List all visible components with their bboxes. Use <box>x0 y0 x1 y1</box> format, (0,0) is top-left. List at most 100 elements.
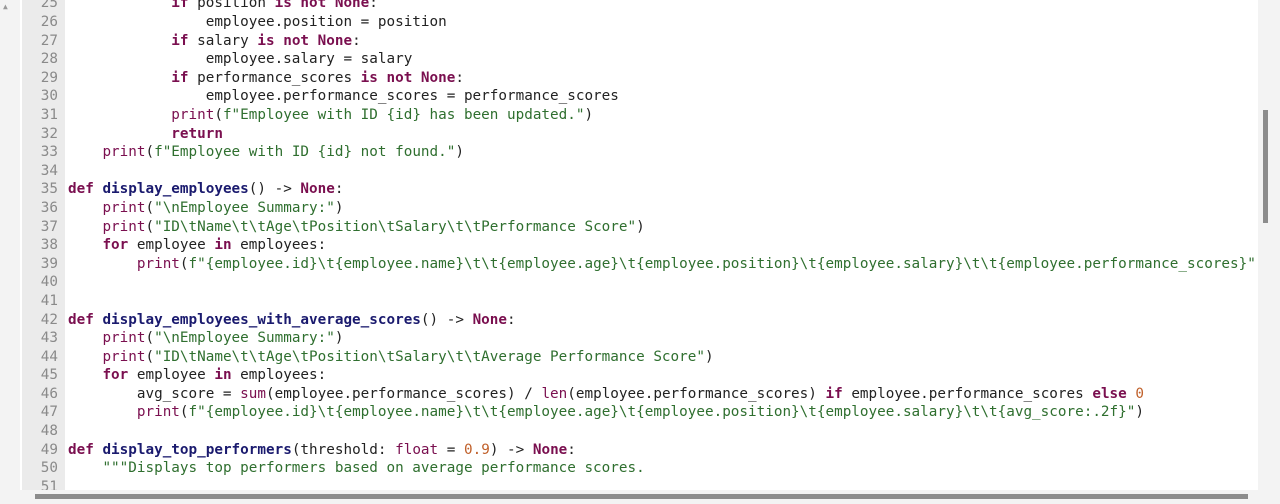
code-line[interactable]: 38 for employee in employees: <box>20 236 1258 255</box>
vertical-scrollbar-thumb[interactable] <box>1263 110 1268 223</box>
code-text: ) <box>334 199 344 216</box>
function-name: display_top_performers <box>102 441 292 458</box>
line-code: def display_top_performers(threshold: fl… <box>68 441 576 460</box>
line-code: print("ID\tName\t\tAge\tPosition\tSalary… <box>68 348 713 367</box>
line-number: 51 <box>40 478 58 490</box>
string-literal: f"Employee with ID {id} has been updated… <box>222 106 585 123</box>
code-lines[interactable]: 25 if position is not None: 26 employee.p… <box>20 0 1258 490</box>
code-text: : <box>567 441 576 458</box>
code-text: employee.performance_scores = performanc… <box>68 88 619 105</box>
code-text: ( <box>214 106 223 123</box>
code-line[interactable]: 37 print("ID\tName\t\tAge\tPosition\tSal… <box>20 218 1258 237</box>
line-number: 35 <box>40 181 58 198</box>
builtin: float <box>395 441 439 458</box>
code-line[interactable]: 46 avg_score = sum(employee.performance_… <box>20 385 1258 404</box>
code-text: ( <box>145 199 155 216</box>
keyword: for <box>102 237 129 254</box>
code-text: (threshold: <box>291 441 396 458</box>
function-name: display_employees_with_average_scores <box>102 311 421 328</box>
function-name: display_employees <box>102 181 249 198</box>
code-line[interactable]: 47 print(f"{employee.id}\t{employee.name… <box>20 403 1258 422</box>
code-line[interactable]: 34 <box>20 162 1258 181</box>
code-text: : <box>507 311 516 328</box>
line-number: 29 <box>40 69 58 86</box>
code-line[interactable]: 32 return <box>20 125 1258 144</box>
builtin: len <box>541 385 568 402</box>
code-line[interactable]: 33 print(f"Employee with ID {id} not fou… <box>20 143 1258 162</box>
string-literal: """Displays top performers based on aver… <box>102 460 645 477</box>
code-text: : <box>455 69 464 86</box>
code-line[interactable]: 48 <box>20 422 1258 441</box>
line-number: 44 <box>40 348 58 365</box>
keyword: def <box>68 181 94 198</box>
builtin: print <box>102 330 146 347</box>
code-line[interactable]: 39 print(f"{employee.id}\t{employee.name… <box>20 255 1258 274</box>
keyword: if <box>171 0 189 12</box>
line-code: for employee in employees: <box>68 366 326 385</box>
code-line[interactable]: 31 print(f"Employee with ID {id} has bee… <box>20 106 1258 125</box>
line-number: 48 <box>40 423 58 440</box>
keyword: None <box>300 181 335 198</box>
line-code: def display_employees_with_average_score… <box>68 311 516 330</box>
keyword: return <box>171 125 223 142</box>
keyword: is not None <box>360 69 456 86</box>
line-code: return <box>68 125 223 144</box>
string-literal: "\nEmployee Summary:" <box>154 330 335 347</box>
code-text: ( <box>145 330 155 347</box>
scroll-up-arrow-icon[interactable]: ▲ <box>3 2 8 11</box>
keyword: def <box>68 311 94 328</box>
line-number: 41 <box>40 292 58 309</box>
code-text: ( <box>145 144 155 161</box>
horizontal-scrollbar[interactable] <box>0 490 1280 504</box>
keyword: None <box>472 311 508 328</box>
code-line[interactable]: 49 def display_top_performers(threshold: … <box>20 441 1258 460</box>
keyword: if <box>171 69 189 86</box>
code-line[interactable]: 28 employee.salary = salary <box>20 50 1258 69</box>
line-code: print(f"Employee with ID {id} has been u… <box>68 106 593 125</box>
keyword: for <box>102 367 129 384</box>
code-line[interactable]: 43 print("\nEmployee Summary:") <box>20 329 1258 348</box>
number-literal: 0 <box>1135 385 1144 402</box>
code-text: : <box>369 0 378 12</box>
code-text: : <box>352 32 361 49</box>
builtin: print <box>102 144 146 161</box>
line-code: employee.performance_scores = performanc… <box>68 87 619 106</box>
code-line[interactable]: 27 if salary is not None: <box>20 32 1258 51</box>
vertical-scrollbar[interactable] <box>1258 0 1280 490</box>
code-line[interactable]: 51 <box>20 478 1258 490</box>
code-editor[interactable]: 25 if position is not None: 26 employee.p… <box>20 0 1258 490</box>
code-line[interactable]: 25 if position is not None: <box>20 0 1258 13</box>
code-text: ) <box>636 218 645 235</box>
builtin: print <box>102 199 146 216</box>
code-line[interactable]: 30 employee.performance_scores = perform… <box>20 87 1258 106</box>
code-text: ( <box>179 404 189 421</box>
code-line[interactable]: 50 """Displays top performers based on a… <box>20 459 1258 478</box>
builtin: print <box>102 218 146 235</box>
code-line[interactable]: 35 def display_employees() -> None: <box>20 180 1258 199</box>
code-line[interactable]: 45 for employee in employees: <box>20 366 1258 385</box>
code-line[interactable]: 26 employee.position = position <box>20 13 1258 32</box>
keyword: else <box>1092 385 1127 402</box>
line-number: 25 <box>40 0 58 12</box>
line-code: if salary is not None: <box>68 32 361 51</box>
builtin: print <box>136 404 180 421</box>
code-line[interactable]: 44 print("ID\tName\t\tAge\tPosition\tSal… <box>20 348 1258 367</box>
line-number: 43 <box>40 330 58 347</box>
horizontal-scrollbar-thumb[interactable] <box>35 494 1248 499</box>
line-number: 27 <box>40 32 58 49</box>
code-line[interactable]: 36 print("\nEmployee Summary:") <box>20 199 1258 218</box>
code-line[interactable]: 40 <box>20 273 1258 292</box>
code-line[interactable]: 29 if performance_scores is not None: <box>20 69 1258 88</box>
code-text: ) <box>584 106 594 123</box>
code-line[interactable]: 42 def display_employees_with_average_sco… <box>20 311 1258 330</box>
line-number: 40 <box>40 274 58 291</box>
code-line[interactable]: 41 <box>20 292 1258 311</box>
keyword: if <box>171 32 189 49</box>
